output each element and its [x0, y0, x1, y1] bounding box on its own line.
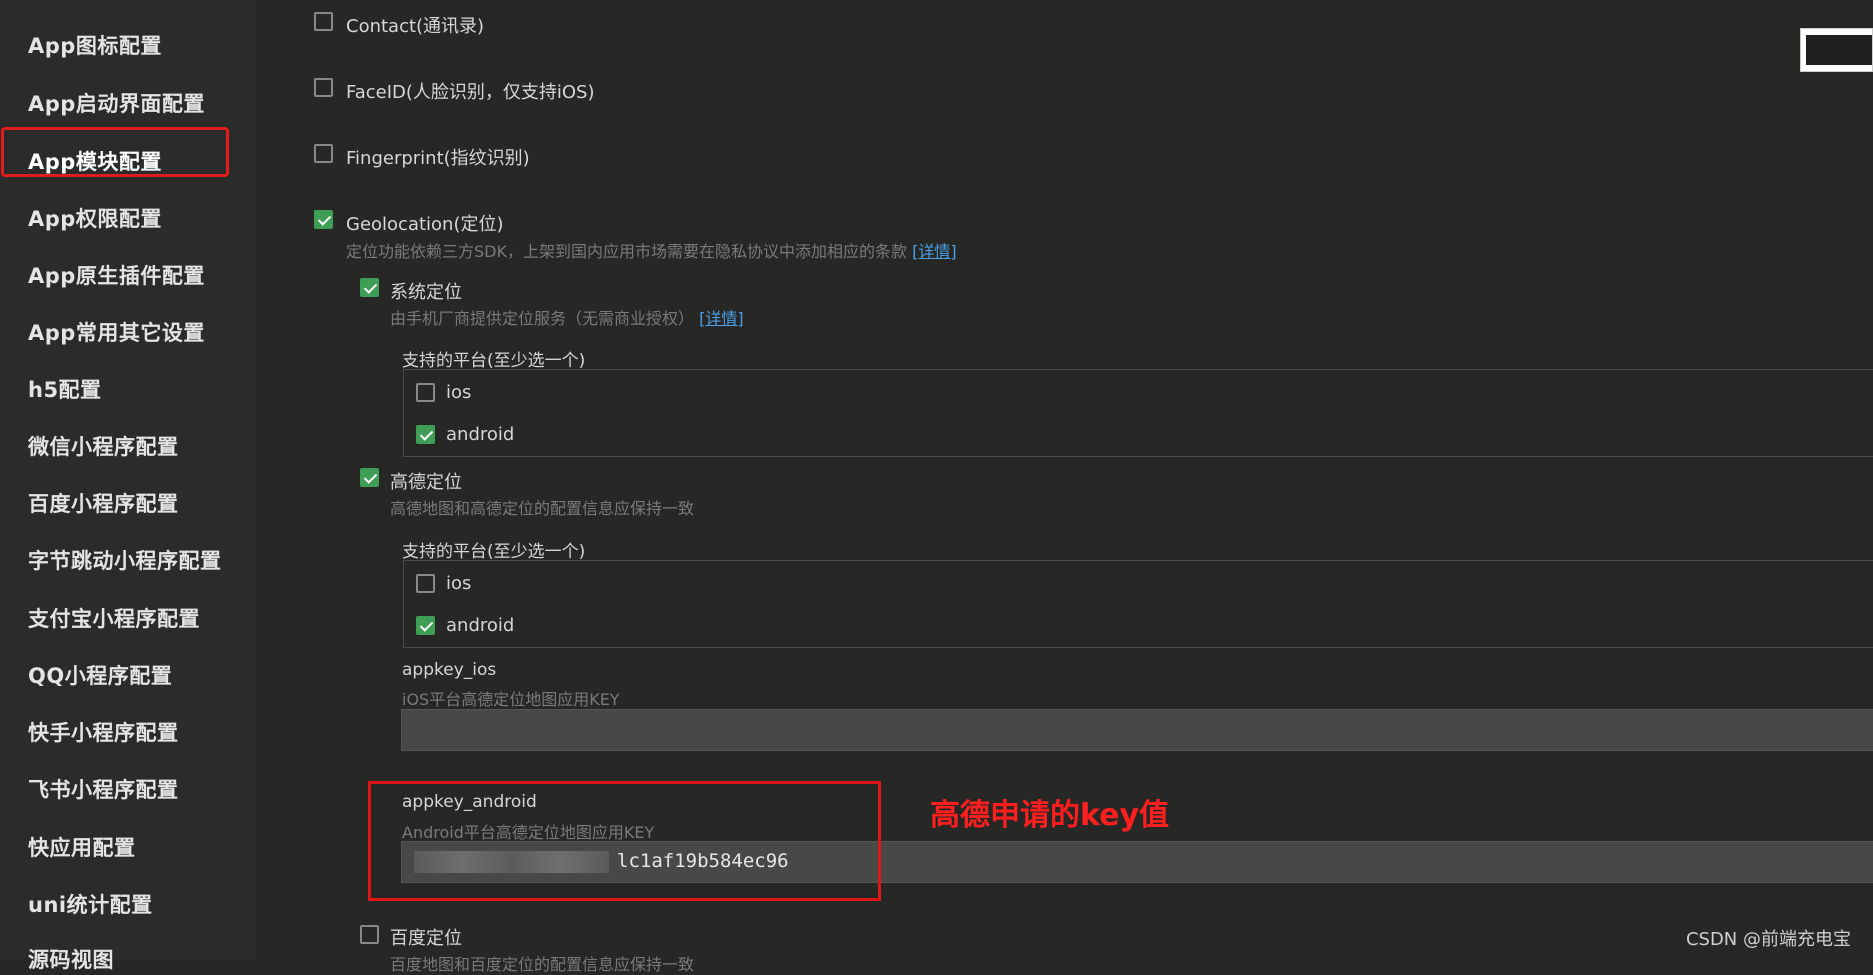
sidebar-item-weixin-mp[interactable]: 微信小程序配置	[28, 431, 179, 461]
sidebar-item-app-splash[interactable]: App启动界面配置	[28, 88, 205, 118]
appkey-ios-input[interactable]	[401, 709, 1873, 751]
annotation-highlight-box	[368, 781, 881, 901]
baidu-location-desc: 百度地图和百度定位的配置信息应保持一致	[390, 955, 695, 974]
amap-android-label: android	[446, 615, 515, 636]
amap-platforms-title: 支持的平台(至少选一个)	[402, 542, 586, 562]
geolocation-checkbox[interactable]	[314, 210, 333, 229]
geolocation-label: Geolocation(定位)	[346, 214, 504, 235]
sidebar-item-app-other-settings[interactable]: App常用其它设置	[28, 317, 205, 347]
system-location-platforms-panel: ios android	[403, 369, 1873, 457]
sidebar-item-lark-mp[interactable]: 飞书小程序配置	[28, 774, 179, 804]
system-location-platforms-title: 支持的平台(至少选一个)	[402, 351, 586, 371]
screenshot-thumbnail	[1800, 28, 1873, 72]
sidebar-item-toutiao-mp[interactable]: 字节跳动小程序配置	[28, 545, 222, 575]
system-location-ios-checkbox[interactable]	[416, 383, 435, 402]
fingerprint-checkbox[interactable]	[314, 144, 333, 163]
sidebar-item-source-view[interactable]: 源码视图	[28, 944, 114, 974]
contact-checkbox[interactable]	[314, 12, 333, 31]
geolocation-details-link[interactable]: [详情]	[912, 242, 957, 261]
amap-location-desc: 高德地图和高德定位的配置信息应保持一致	[390, 499, 695, 518]
amap-ios-checkbox[interactable]	[416, 574, 435, 593]
sidebar-item-app-native-plugins[interactable]: App原生插件配置	[28, 260, 205, 290]
system-location-android-label: android	[446, 424, 515, 445]
geolocation-desc-text: 定位功能依赖三方SDK，上架到国内应用市场需要在隐私协议中添加相应的条款	[346, 242, 907, 261]
amap-android-checkbox[interactable]	[416, 616, 435, 635]
sidebar-item-app-permissions[interactable]: App权限配置	[28, 203, 162, 233]
baidu-location-label: 百度定位	[390, 928, 462, 949]
sidebar-item-qq-mp[interactable]: QQ小程序配置	[28, 660, 172, 690]
sidebar-item-app-modules[interactable]: App模块配置	[28, 146, 162, 176]
sidebar-item-alipay-mp[interactable]: 支付宝小程序配置	[28, 603, 200, 633]
sidebar: App图标配置 App启动界面配置 App模块配置 App权限配置 App原生插…	[0, 0, 255, 972]
system-location-ios-label: ios	[446, 382, 472, 403]
sidebar-item-quickapp[interactable]: 快应用配置	[28, 832, 136, 862]
appkey-ios-desc: iOS平台高德定位地图应用KEY	[402, 690, 620, 709]
baidu-location-checkbox[interactable]	[360, 925, 379, 944]
faceid-checkbox[interactable]	[314, 78, 333, 97]
watermark: CSDN @前端充电宝	[1685, 929, 1851, 950]
system-location-desc-text: 由手机厂商提供定位服务（无需商业授权）	[390, 309, 695, 328]
system-location-label: 系统定位	[390, 282, 462, 303]
amap-platforms-panel: ios android	[403, 560, 1873, 648]
system-location-details-link[interactable]: [详情]	[699, 309, 744, 328]
amap-location-checkbox[interactable]	[360, 468, 379, 487]
contact-label: Contact(通讯录)	[346, 16, 485, 37]
sidebar-item-app-icon[interactable]: App图标配置	[28, 30, 162, 60]
system-location-android-checkbox[interactable]	[416, 425, 435, 444]
amap-location-label: 高德定位	[390, 472, 462, 493]
amap-ios-label: ios	[446, 573, 472, 594]
sidebar-item-h5[interactable]: h5配置	[28, 374, 102, 404]
sidebar-item-uni-stat[interactable]: uni统计配置	[28, 889, 153, 919]
fingerprint-label: Fingerprint(指纹识别)	[346, 148, 530, 169]
faceid-label: FaceID(人脸识别，仅支持iOS)	[346, 82, 595, 103]
geolocation-desc: 定位功能依赖三方SDK，上架到国内应用市场需要在隐私协议中添加相应的条款 [详情…	[346, 238, 957, 262]
annotation-text: 高德申请的key值	[930, 798, 1170, 833]
appkey-ios-label: appkey_ios	[402, 660, 497, 680]
system-location-desc: 由手机厂商提供定位服务（无需商业授权） [详情]	[390, 305, 744, 329]
sidebar-item-baidu-mp[interactable]: 百度小程序配置	[28, 488, 179, 518]
system-location-checkbox[interactable]	[360, 278, 379, 297]
sidebar-item-kuaishou-mp[interactable]: 快手小程序配置	[28, 717, 179, 747]
